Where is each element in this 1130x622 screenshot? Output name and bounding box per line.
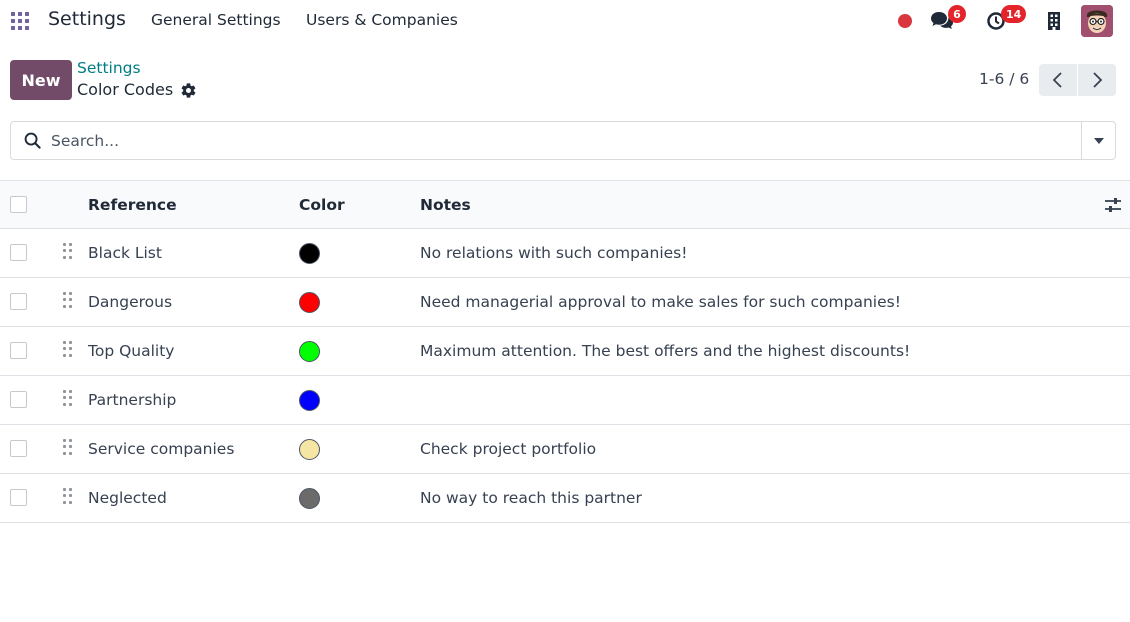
user-avatar[interactable] <box>1081 5 1113 37</box>
drag-handle-icon[interactable] <box>63 488 73 504</box>
color-swatch[interactable] <box>299 488 320 509</box>
list-header: Reference Color Notes <box>0 180 1130 229</box>
cell-reference: Dangerous <box>88 293 173 311</box>
pager-previous-button[interactable] <box>1039 64 1077 96</box>
select-all-checkbox[interactable] <box>10 196 27 213</box>
cell-notes: Check project portfolio <box>420 440 597 458</box>
search-icon <box>24 132 41 149</box>
row-checkbox[interactable] <box>10 244 27 261</box>
search-bar <box>10 121 1116 160</box>
drag-handle-icon[interactable] <box>63 439 73 455</box>
table-row[interactable]: Black List No relations with such compan… <box>0 229 1130 278</box>
sliders-icon[interactable] <box>1104 196 1122 214</box>
app-name[interactable]: Settings <box>48 8 126 30</box>
chevron-left-icon <box>1052 72 1062 88</box>
color-swatch[interactable] <box>299 341 320 362</box>
drag-handle-icon[interactable] <box>63 243 73 259</box>
new-button[interactable]: New <box>10 60 72 100</box>
cell-notes: No relations with such companies! <box>420 244 688 262</box>
pager-value[interactable]: 1-6 / 6 <box>979 70 1029 88</box>
table-row[interactable]: Service companies Check project portfoli… <box>0 425 1130 474</box>
cell-reference: Neglected <box>88 489 167 507</box>
caret-down-icon <box>1094 137 1104 144</box>
drag-handle-icon[interactable] <box>63 292 73 308</box>
cell-notes: Maximum attention. The best offers and t… <box>420 342 911 360</box>
row-checkbox[interactable] <box>10 342 27 359</box>
cell-reference: Partnership <box>88 391 177 409</box>
row-checkbox[interactable] <box>10 489 27 506</box>
chevron-right-icon <box>1093 72 1103 88</box>
row-checkbox[interactable] <box>10 293 27 310</box>
table-row[interactable]: Dangerous Need managerial approval to ma… <box>0 278 1130 327</box>
table-row[interactable]: Top Quality Maximum attention. The best … <box>0 327 1130 376</box>
color-swatch[interactable] <box>299 439 320 460</box>
cell-reference: Black List <box>88 244 162 262</box>
drag-handle-icon[interactable] <box>63 341 73 357</box>
messages-badge: 6 <box>948 5 966 23</box>
top-navbar: Settings General Settings Users & Compan… <box>0 0 1130 42</box>
column-header-reference[interactable]: Reference <box>88 196 177 214</box>
status-dot-icon[interactable] <box>898 14 912 28</box>
color-swatch[interactable] <box>299 292 320 313</box>
column-header-color[interactable]: Color <box>299 196 345 214</box>
menu-general-settings[interactable]: General Settings <box>151 11 281 29</box>
search-options-toggle[interactable] <box>1081 122 1116 159</box>
apps-grid-icon[interactable] <box>11 12 29 30</box>
column-header-notes[interactable]: Notes <box>420 196 471 214</box>
cell-notes: No way to reach this partner <box>420 489 642 507</box>
pager-next-button[interactable] <box>1078 64 1116 96</box>
table-row[interactable]: Partnership <box>0 376 1130 425</box>
table-row[interactable]: Neglected No way to reach this partner <box>0 474 1130 523</box>
breadcrumb-settings[interactable]: Settings <box>77 59 141 77</box>
row-checkbox[interactable] <box>10 440 27 457</box>
color-swatch[interactable] <box>299 390 320 411</box>
page-title: Color Codes <box>77 80 174 99</box>
color-swatch[interactable] <box>299 243 320 264</box>
activities-badge: 14 <box>1001 5 1027 23</box>
gear-icon[interactable] <box>180 82 197 99</box>
menu-users-companies[interactable]: Users & Companies <box>306 11 458 29</box>
cell-notes: Need managerial approval to make sales f… <box>420 293 901 311</box>
building-icon[interactable] <box>1046 11 1062 31</box>
search-input[interactable] <box>51 128 1071 154</box>
row-checkbox[interactable] <box>10 391 27 408</box>
drag-handle-icon[interactable] <box>63 390 73 406</box>
cell-reference: Top Quality <box>88 342 175 360</box>
cell-reference: Service companies <box>88 440 235 458</box>
